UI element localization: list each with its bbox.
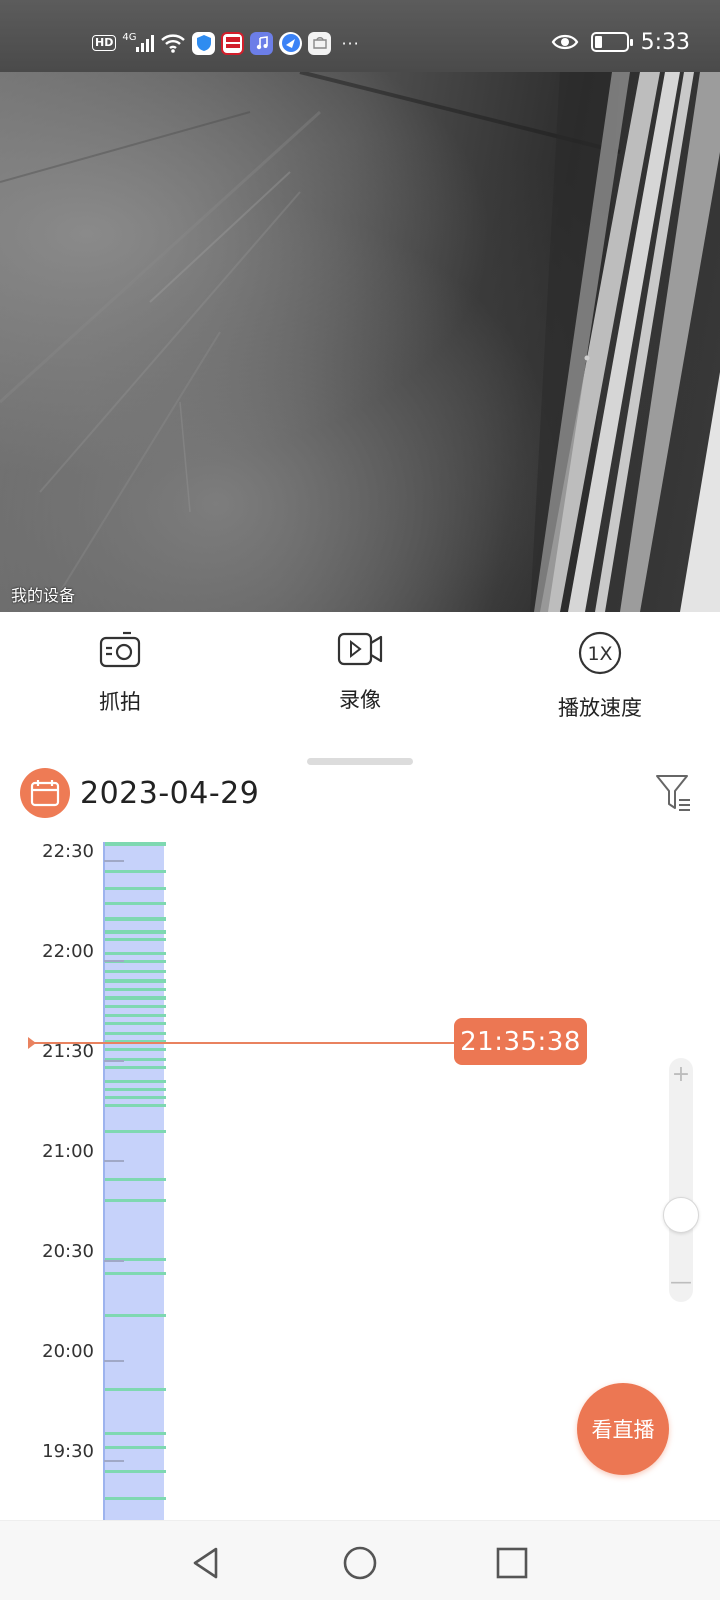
current-time-badge: 21:35:38 (454, 1018, 587, 1065)
recording-segment (105, 1014, 166, 1017)
recording-segment (105, 1088, 166, 1091)
recording-segment (105, 952, 166, 955)
recording-segment (105, 842, 166, 846)
record-button[interactable]: 录像 (280, 630, 440, 714)
status-icons: HD 4G ··· (92, 28, 360, 58)
timeline-tick (104, 1060, 124, 1062)
recording-segment (105, 1272, 166, 1275)
system-navigation-bar (0, 1520, 720, 1600)
timeline-label: 20:00 (42, 1341, 94, 1362)
status-bar: HD 4G ··· 5:33 (0, 0, 720, 72)
recording-segment (105, 1314, 166, 1317)
recording-segment (105, 1032, 166, 1035)
recording-segment (105, 870, 166, 873)
selected-date[interactable]: 2023-04-29 (80, 776, 259, 811)
camera-icon (99, 631, 141, 668)
recording-segment (105, 1199, 166, 1202)
screen: HD 4G ··· 5:33 我的设备 抓拍 录像 1X 播放速度 2023-0… (0, 0, 720, 1600)
eye-icon (551, 34, 578, 50)
music-app-icon (250, 31, 274, 55)
watch-live-button[interactable]: 看直播 (577, 1383, 669, 1475)
zoom-out-icon[interactable]: — (669, 1272, 693, 1294)
camera-video-feed[interactable]: 我的设备 (0, 72, 720, 612)
timeline-tick (104, 1160, 124, 1162)
timeline-tick (104, 860, 124, 862)
timeline-label: 21:00 (42, 1141, 94, 1162)
speed-icon: 1X (578, 631, 622, 675)
recording-segment (105, 1080, 166, 1083)
recording-segment (105, 1178, 166, 1181)
recording-segment (105, 1130, 166, 1133)
recording-segment (105, 1096, 166, 1099)
back-button[interactable] (184, 1541, 228, 1585)
record-label: 录像 (339, 688, 381, 712)
playback-speed-button[interactable]: 1X 播放速度 (520, 630, 680, 722)
device-name-label: 我的设备 (11, 586, 76, 605)
date-selector: 2023-04-29 (20, 767, 259, 819)
playback-speed-label: 播放速度 (558, 696, 642, 720)
signal-icon (136, 34, 155, 52)
timeline-cursor-line[interactable] (34, 1042, 464, 1044)
store-app-icon (308, 31, 332, 55)
home-circle-icon (343, 1546, 377, 1580)
shield-app-icon (192, 31, 216, 55)
timeline-label: 19:30 (42, 1441, 94, 1462)
calendar-icon (30, 780, 60, 807)
recording-segment (105, 938, 166, 941)
timeline-tick (104, 1360, 124, 1362)
recording-segment (105, 917, 166, 921)
timeline-label: 22:30 (42, 841, 94, 862)
timeline-label: 22:00 (42, 941, 94, 962)
battery-icon (590, 32, 633, 52)
video-frame-drawing (0, 72, 720, 612)
timeline-tick (104, 960, 124, 962)
filter-button[interactable] (654, 772, 694, 816)
recording-segment (105, 1497, 166, 1500)
recording-segment (105, 887, 166, 890)
timeline-tick (104, 1460, 124, 1462)
recording-segment (105, 930, 166, 934)
recording-segment (105, 1446, 166, 1449)
network-type: 4G (122, 31, 137, 43)
playback-controls: 抓拍 录像 1X 播放速度 (0, 612, 720, 742)
snapshot-label: 抓拍 (99, 690, 141, 714)
recording-segment (105, 1470, 166, 1473)
calendar-button[interactable] (20, 768, 70, 818)
clock: 5:33 (640, 29, 690, 55)
home-button[interactable] (338, 1541, 382, 1585)
hd-icon: HD (92, 35, 117, 51)
more-notifications-indicator: ··· (341, 33, 360, 53)
zoom-in-icon[interactable]: + (669, 1064, 693, 1086)
recording-segment (105, 902, 166, 905)
wifi-icon (161, 34, 186, 53)
video-record-icon (337, 632, 383, 666)
timeline-label: 20:30 (42, 1241, 94, 1262)
recording-segment (105, 1104, 166, 1107)
recording-segment (105, 996, 166, 1000)
back-triangle-icon (193, 1547, 218, 1579)
drag-handle[interactable] (307, 758, 413, 765)
recording-segment (105, 979, 166, 983)
news-app-icon (221, 31, 245, 55)
recording-segment (105, 1022, 166, 1025)
recording-segment (105, 1388, 166, 1391)
recording-segment (105, 970, 166, 973)
recording-segment (105, 1048, 166, 1051)
recent-apps-button[interactable] (490, 1541, 534, 1585)
recording-segment (105, 1066, 166, 1069)
recording-segment (105, 988, 166, 991)
browser-app-icon (279, 31, 303, 55)
filter-icon (656, 775, 690, 811)
zoom-slider-knob[interactable] (663, 1197, 699, 1233)
zoom-slider[interactable]: + — (669, 1058, 693, 1302)
recording-segment (105, 1432, 166, 1435)
recent-apps-square-icon (496, 1547, 528, 1579)
speed-value: 1X (587, 643, 612, 665)
recording-track[interactable] (103, 842, 166, 1520)
timeline-tick (104, 1260, 124, 1262)
snapshot-button[interactable]: 抓拍 (40, 630, 200, 716)
recording-segment (105, 1005, 166, 1008)
status-right: 5:33 (551, 26, 690, 58)
